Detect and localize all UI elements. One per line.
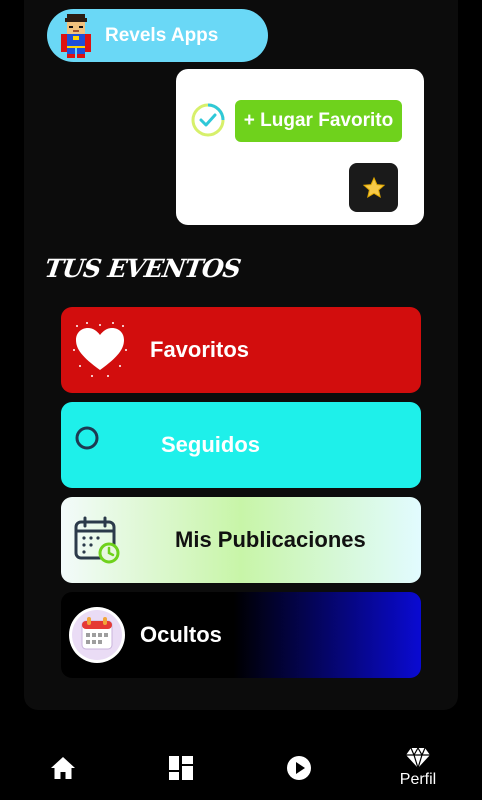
section-title: TUS EVENTOS [42,254,243,283]
circle-icon [75,426,99,450]
home-icon [51,757,75,779]
app-name: Revels Apps [105,24,219,46]
star-icon [362,176,385,198]
nav-profile-label: Perfil [399,771,437,788]
event-followed-button[interactable]: Seguidos [61,402,421,488]
add-favorite-place-button[interactable]: + Lugar Favorito [235,100,402,142]
event-hidden-label: Ocultos [140,622,222,647]
superhero-avatar-icon [61,13,91,58]
nav-profile[interactable]: Perfil [388,736,448,800]
grid-icon [169,756,193,780]
event-my-posts-button[interactable]: Mis Publicaciones [61,497,421,583]
app-header-pill[interactable]: Revels Apps [47,9,268,62]
star-button[interactable] [349,163,398,212]
nav-grid[interactable] [158,736,204,800]
calendar-badge-icon [69,607,125,663]
event-favorites-button[interactable]: Favoritos [61,307,421,393]
favorite-place-card: + Lugar Favorito [176,69,424,225]
nav-play[interactable] [276,736,322,800]
event-hidden-button[interactable]: Ocultos [61,592,421,678]
calendar-clock-icon [74,516,120,564]
check-circle-icon [191,103,225,137]
event-followed-label: Seguidos [161,432,261,457]
heart-icon [73,322,127,377]
diamond-icon [406,747,430,769]
bottom-navigation: Perfil [0,736,482,800]
event-my-posts-label: Mis Publicaciones [175,527,366,552]
play-icon [287,756,311,780]
nav-home[interactable] [40,736,86,800]
event-favorites-label: Favoritos [150,337,250,362]
